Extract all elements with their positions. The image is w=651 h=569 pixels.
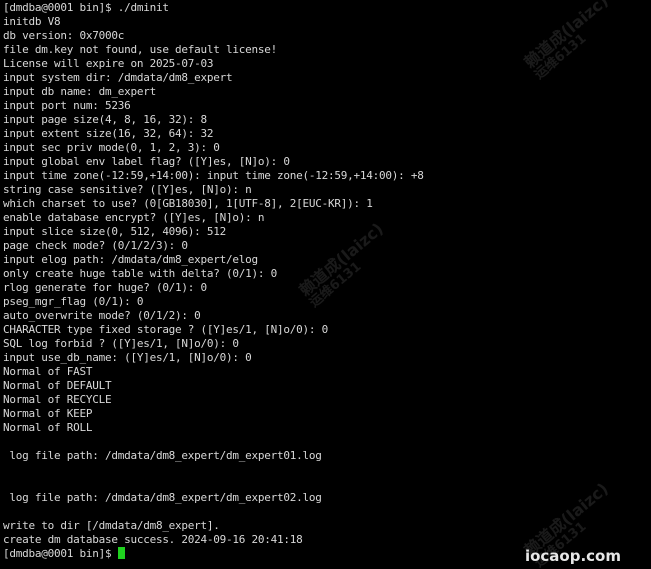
terminal-line: input use_db_name: ([Y]es/1, [N]o/0): 0 [3,351,252,364]
terminal-line: Normal of ROLL [3,421,93,434]
terminal-line: input db name: dm_expert [3,85,156,98]
terminal-line: input slice size(0, 512, 4096): 512 [3,225,227,238]
terminal-line: [dmdba@0001 bin]$ ./dminit [3,1,169,14]
terminal-line: create dm database success. 2024-09-16 2… [3,533,303,546]
terminal-line: input extent size(16, 32, 64): 32 [3,127,214,140]
terminal-line: input time zone(-12:59,+14:00): input ti… [3,169,424,182]
terminal-line: SQL log forbid ? ([Y]es/1, [N]o/0): 0 [3,337,239,350]
terminal-line: file dm.key not found, use default licen… [3,43,278,56]
terminal-line: db version: 0x7000c [3,29,125,42]
text-cursor[interactable] [117,547,125,559]
site-watermark: iocaop.com [524,547,621,565]
terminal-line: initdb V8 [3,15,61,28]
terminal-line: string case sensitive? ([Y]es, [N]o): n [3,183,252,196]
terminal-line: Normal of KEEP [3,407,93,420]
terminal-line: Normal of RECYCLE [3,393,112,406]
terminal-line: auto_overwrite mode? (0/1/2): 0 [3,309,201,322]
terminal-line: Normal of DEFAULT [3,379,112,392]
terminal-line: only create huge table with delta? (0/1)… [3,267,278,280]
terminal-window[interactable]: [dmdba@0001 bin]$ ./dminit initdb V8 db … [0,0,651,569]
shell-prompt: [dmdba@0001 bin]$ [3,547,118,560]
terminal-line: log file path: /dmdata/dm8_expert/dm_exp… [3,449,322,462]
terminal-line: page check mode? (0/1/2/3): 0 [3,239,188,252]
terminal-line: input page size(4, 8, 16, 32): 8 [3,113,207,126]
terminal-line: input port num: 5236 [3,99,131,112]
terminal-line: log file path: /dmdata/dm8_expert/dm_exp… [3,491,322,504]
terminal-output: [dmdba@0001 bin]$ ./dminit initdb V8 db … [3,1,651,561]
terminal-line: License will expire on 2025-07-03 [3,57,214,70]
terminal-line: Normal of FAST [3,365,93,378]
terminal-line: rlog generate for huge? (0/1): 0 [3,281,207,294]
terminal-line: which charset to use? (0[GB18030], 1[UTF… [3,197,373,210]
terminal-line: CHARACTER type fixed storage ? ([Y]es/1,… [3,323,329,336]
terminal-line: write to dir [/dmdata/dm8_expert]. [3,519,220,532]
terminal-line: input global env label flag? ([Y]es, [N]… [3,155,290,168]
terminal-line: enable database encrypt? ([Y]es, [N]o): … [3,211,265,224]
terminal-line: pseg_mgr_flag (0/1): 0 [3,295,144,308]
terminal-line: input elog path: /dmdata/dm8_expert/elog [3,253,258,266]
terminal-line: input sec priv mode(0, 1, 2, 3): 0 [3,141,220,154]
terminal-line: input system dir: /dmdata/dm8_expert [3,71,233,84]
